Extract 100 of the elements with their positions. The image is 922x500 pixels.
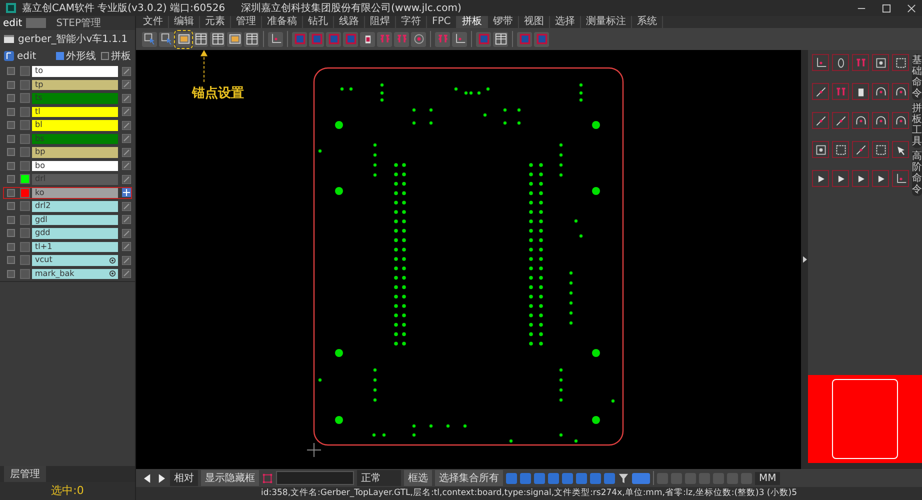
frame-icon[interactable] (176, 32, 191, 46)
layer-row[interactable]: tl (3, 106, 132, 118)
arch-icon[interactable] (892, 83, 909, 100)
corner-icon[interactable] (812, 54, 829, 71)
checkbox[interactable] (7, 108, 15, 116)
select-button[interactable]: 框选 (404, 470, 432, 486)
layer-name[interactable]: bl (32, 120, 118, 130)
arch-icon[interactable] (892, 112, 909, 129)
checkbox[interactable] (7, 242, 15, 251)
frame-icon[interactable] (227, 32, 242, 46)
pencil-icon[interactable] (122, 120, 131, 130)
selected-layer-row[interactable]: ko (3, 186, 132, 199)
checkbox[interactable] (7, 148, 15, 156)
panel-tab[interactable]: STEP管理 (56, 16, 102, 30)
layer-row[interactable]: mark_bak (3, 268, 132, 280)
close-icon[interactable] (907, 4, 916, 12)
layer-name[interactable]: ko (32, 188, 118, 198)
layer-swatch[interactable] (20, 228, 30, 238)
step-dropdown[interactable] (26, 18, 46, 28)
layer-swatch[interactable] (20, 174, 30, 184)
select-all-button[interactable]: 选择集合所有 (435, 470, 503, 486)
layer-row[interactable]: vcut (3, 254, 132, 266)
pencil-icon[interactable] (122, 66, 131, 76)
corner-icon[interactable] (268, 32, 283, 46)
layer-swatch[interactable] (20, 66, 30, 76)
checkbox[interactable] (56, 52, 64, 60)
checkbox[interactable] (7, 121, 15, 130)
checkbox[interactable] (7, 162, 15, 170)
checkbox[interactable] (7, 94, 15, 102)
play-icon[interactable] (872, 170, 889, 187)
state-dropdown[interactable]: 正常 (357, 470, 401, 486)
layer-name[interactable]: drl2 (32, 201, 118, 212)
checkbox[interactable] (7, 67, 15, 76)
layer-name[interactable]: gdd (32, 228, 118, 238)
layer-name[interactable]: tl (32, 106, 118, 117)
maximize-icon[interactable] (882, 4, 891, 12)
expand-arrow-icon[interactable] (802, 256, 806, 263)
corner-icon[interactable] (892, 170, 909, 187)
pencil-icon[interactable] (122, 242, 131, 252)
pencil-icon[interactable] (122, 215, 131, 224)
layer-row[interactable]: to (3, 65, 132, 78)
layer-row[interactable]: drl2 (3, 200, 132, 212)
toggle-button[interactable]: 显示隐藏框 (201, 470, 259, 486)
layer-swatch[interactable] (20, 160, 30, 171)
arch-icon[interactable] (852, 112, 869, 129)
checkbox[interactable] (101, 52, 109, 60)
layer-row[interactable]: tl+1 (3, 240, 132, 253)
cursor-icon[interactable] (159, 32, 174, 46)
square-icon[interactable] (872, 54, 889, 71)
layer-name[interactable]: tp (32, 80, 118, 90)
checkbox[interactable] (7, 270, 15, 278)
layer-name[interactable]: bp (32, 147, 118, 158)
pencil-icon[interactable] (122, 80, 131, 90)
pencil-icon[interactable] (122, 256, 131, 265)
layer-name[interactable]: to (32, 66, 118, 76)
back-arrow-icon[interactable] (144, 474, 151, 482)
checkbox[interactable] (7, 229, 15, 238)
panel-tab[interactable]: 层管理 (4, 466, 46, 482)
pencil-icon[interactable] (122, 161, 131, 170)
layer-swatch[interactable] (20, 147, 30, 158)
trash-icon[interactable] (360, 32, 375, 46)
layer-swatch[interactable] (20, 106, 30, 117)
play-icon[interactable] (852, 170, 869, 187)
checkbox[interactable] (7, 134, 15, 143)
arch-icon[interactable] (872, 83, 889, 100)
pencil-icon[interactable] (122, 202, 131, 211)
layer-name[interactable]: tl+1 (32, 242, 118, 252)
layer-name[interactable]: vcut (32, 255, 118, 266)
menu-tab[interactable]: 拼板 (456, 16, 488, 28)
pencil-icon[interactable] (122, 174, 131, 184)
circle-icon[interactable] (411, 32, 426, 46)
play-icon[interactable] (812, 170, 829, 187)
input-field[interactable] (276, 471, 354, 485)
side-tab[interactable]: 拼板工具 (912, 102, 922, 148)
checkbox[interactable] (7, 188, 15, 197)
layer-swatch[interactable] (20, 120, 30, 130)
layer-swatch[interactable] (20, 80, 30, 90)
mode-dropdown[interactable]: 相对 (170, 470, 198, 486)
checkbox[interactable] (7, 175, 15, 184)
pencil-icon[interactable] (122, 228, 131, 238)
cursor-icon[interactable] (142, 32, 157, 46)
layer-row[interactable]: gdl (3, 214, 132, 226)
pencil-icon[interactable] (122, 148, 131, 157)
layer-row[interactable]: bl (3, 119, 132, 132)
layer-swatch[interactable] (20, 255, 30, 266)
side-tab[interactable]: 基础命令 (912, 54, 922, 100)
layer-swatch[interactable] (20, 242, 30, 252)
flip-icon[interactable] (394, 32, 409, 46)
filter-icon[interactable] (618, 472, 629, 484)
pencil-icon[interactable] (122, 134, 131, 144)
side-tab[interactable]: 高阶命令 (912, 150, 922, 196)
panel-tab[interactable]: edit (3, 18, 22, 28)
checkbox[interactable] (7, 202, 15, 210)
checkbox[interactable] (7, 256, 15, 264)
layer-name[interactable]: mark_bak (32, 268, 118, 279)
checkbox[interactable] (7, 80, 15, 89)
pencil-icon[interactable] (122, 94, 131, 103)
layer-row[interactable]: gdd (3, 227, 132, 240)
checkbox[interactable] (7, 216, 15, 224)
trash-icon[interactable] (852, 83, 869, 100)
